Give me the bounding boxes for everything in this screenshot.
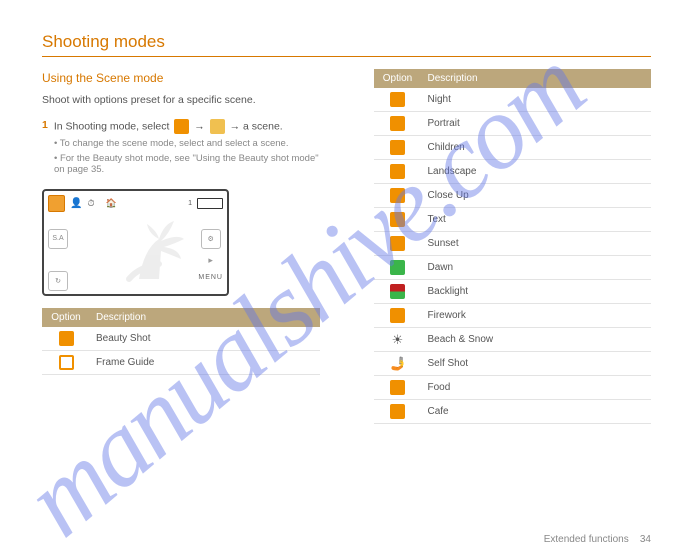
row-label: Dawn <box>422 256 652 280</box>
table-row: Backlight <box>374 280 652 304</box>
settings-button[interactable]: ⚙ <box>201 229 221 249</box>
table-header-row: Option Description <box>374 69 652 88</box>
beach-snow-icon: ☀ <box>390 332 405 347</box>
refresh-button[interactable]: ↻ <box>48 271 68 291</box>
row-label: Beauty Shot <box>90 327 320 351</box>
food-icon <box>390 380 405 395</box>
step-text-end: a scene. <box>243 120 283 132</box>
table-row: Firework <box>374 304 652 328</box>
row-label: Landscape <box>422 160 652 184</box>
backlight-icon <box>390 284 405 299</box>
table-row: Close Up <box>374 184 652 208</box>
step-note-1: • To change the scene mode, select and s… <box>54 138 320 149</box>
step-number: 1 <box>42 119 48 134</box>
row-label: Close Up <box>422 184 652 208</box>
footer-page-number: 34 <box>640 534 651 545</box>
camera-screen-preview: 👤 ⏱ 🏠 1 S.A ↻ ⚙ ▸ MENU <box>42 189 229 296</box>
row-label: Cafe <box>422 400 652 424</box>
th-option: Option <box>374 69 422 88</box>
row-label: Self Shot <box>422 352 652 376</box>
counter-text: 1 <box>188 200 192 207</box>
scene-icon <box>210 119 225 134</box>
row-label: Backlight <box>422 280 652 304</box>
left-column: Using the Scene mode Shoot with options … <box>42 69 320 424</box>
table-row: Portrait <box>374 112 652 136</box>
right-options-table: Option Description Night Portrait Childr… <box>374 69 652 424</box>
battery-icon <box>197 198 223 209</box>
th-description: Description <box>422 69 652 88</box>
row-label: Sunset <box>422 232 652 256</box>
table-header-row: Option Description <box>42 308 320 327</box>
scene-mode-paragraph: Shoot with options preset for a specific… <box>42 93 320 109</box>
camera-icon <box>174 119 189 134</box>
left-options-table: Option Description Beauty Shot Frame Gui… <box>42 308 320 375</box>
footer-section: Extended functions <box>544 534 629 545</box>
table-row: Dawn <box>374 256 652 280</box>
row-label: Portrait <box>422 112 652 136</box>
dawn-icon <box>390 260 405 275</box>
screen-topbar: 👤 ⏱ 🏠 1 <box>48 195 223 212</box>
two-column-layout: Using the Scene mode Shoot with options … <box>42 69 651 424</box>
scene-mode-heading: Using the Scene mode <box>42 69 320 87</box>
cafe-icon <box>390 404 405 419</box>
screen-right-buttons: ⚙ ▸ MENU <box>198 229 223 281</box>
menu-button[interactable]: MENU <box>198 274 223 281</box>
closeup-icon <box>390 188 405 203</box>
firework-icon <box>390 308 405 323</box>
title-rule <box>42 56 651 57</box>
beauty-icon <box>59 331 74 346</box>
timer-icon: ⏱ <box>87 198 94 209</box>
row-label: Text <box>422 208 652 232</box>
portrait-icon <box>390 116 405 131</box>
table-row: Beauty Shot <box>42 327 320 351</box>
children-icon <box>390 140 405 155</box>
text-icon <box>390 212 405 227</box>
step-note-2: • For the Beauty shot mode, see "Using t… <box>54 153 320 175</box>
step-arrow-2: → <box>230 120 241 132</box>
table-row: Frame Guide <box>42 350 320 374</box>
table-row: Night <box>374 88 652 112</box>
page-title: Shooting modes <box>42 32 651 52</box>
row-label: Night <box>422 88 652 112</box>
home-icon: 🏠 <box>105 198 116 209</box>
table-row: Cafe <box>374 400 652 424</box>
person-icon: 👤 <box>70 198 82 209</box>
sa-button[interactable]: S.A <box>48 229 68 249</box>
screen-left-buttons: S.A ↻ <box>48 229 68 291</box>
chevron-right-icon[interactable]: ▸ <box>208 255 213 266</box>
row-label: Food <box>422 376 652 400</box>
table-row: Sunset <box>374 232 652 256</box>
scene-selected-icon[interactable] <box>48 195 65 212</box>
table-row: Food <box>374 376 652 400</box>
page-root: Shooting modes Using the Scene mode Shoo… <box>0 32 693 424</box>
table-row: Text <box>374 208 652 232</box>
table-row: 🤳 Self Shot <box>374 352 652 376</box>
sunset-icon <box>390 236 405 251</box>
th-option: Option <box>42 308 90 327</box>
row-label: Children <box>422 136 652 160</box>
table-row: ☀ Beach & Snow <box>374 328 652 352</box>
th-description: Description <box>90 308 320 327</box>
row-label: Beach & Snow <box>422 328 652 352</box>
table-row: Landscape <box>374 160 652 184</box>
row-label: Firework <box>422 304 652 328</box>
step-1: 1 In Shooting mode, select → → a scene. <box>42 119 320 134</box>
step-text-1: In Shooting mode, select <box>54 120 170 132</box>
row-label: Frame Guide <box>90 350 320 374</box>
flower-silhouette-icon <box>109 209 209 289</box>
frame-guide-icon <box>59 355 74 370</box>
landscape-icon <box>390 164 405 179</box>
self-shot-icon: 🤳 <box>390 356 405 371</box>
table-row: Children <box>374 136 652 160</box>
step-arrow: → <box>194 120 205 132</box>
page-footer: Extended functions 34 <box>544 534 651 545</box>
right-column: Option Description Night Portrait Childr… <box>374 69 652 424</box>
night-icon <box>390 92 405 107</box>
